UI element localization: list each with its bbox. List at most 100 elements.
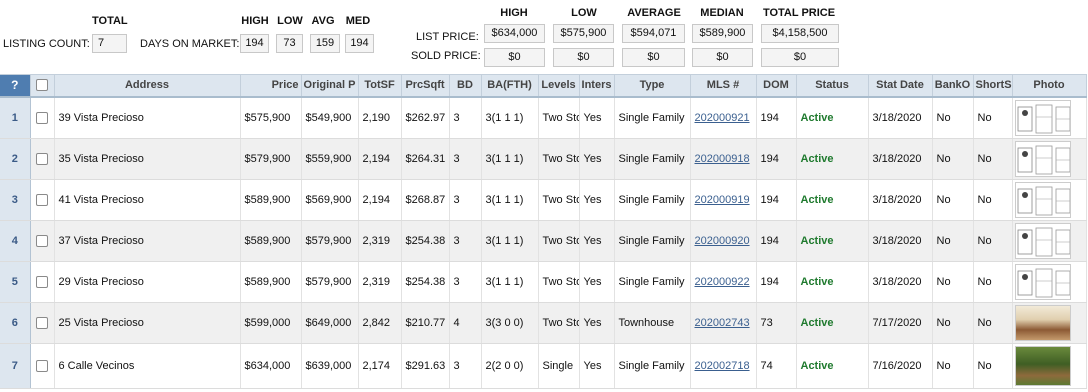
row-select-cell[interactable] xyxy=(30,343,55,389)
table-row[interactable]: 1 39 Vista Precioso $575,900 $549,900 2,190 $… xyxy=(0,96,1087,139)
row-select-cell[interactable] xyxy=(30,220,55,262)
cell-shorts: No xyxy=(973,179,1013,221)
select-all-checkbox[interactable] xyxy=(30,74,55,98)
cell-prcsqft: $254.38 xyxy=(401,220,450,262)
mls-link[interactable]: 202000921 xyxy=(695,112,750,124)
row-select-cell[interactable] xyxy=(30,179,55,221)
col-inters[interactable]: Inters xyxy=(579,74,615,98)
table-row[interactable]: 3 41 Vista Precioso $589,900 $569,900 2,194 $… xyxy=(0,179,1087,221)
cell-totsf: 2,194 xyxy=(358,179,402,221)
floorplan-thumbnail[interactable] xyxy=(1014,263,1071,300)
cell-inters: Yes xyxy=(579,302,615,344)
row-checkbox[interactable] xyxy=(36,275,48,288)
row-select-cell[interactable] xyxy=(30,261,55,303)
cell-ba: 3(3 0 0) xyxy=(481,302,539,344)
cell-photo[interactable] xyxy=(1012,343,1087,389)
floorplan-thumbnail[interactable] xyxy=(1014,99,1071,136)
floorplan-thumbnail[interactable] xyxy=(1014,140,1071,177)
col-bd[interactable]: BD xyxy=(449,74,482,98)
col-dom[interactable]: DOM xyxy=(756,74,797,98)
help-icon[interactable]: ? xyxy=(0,74,31,98)
cell-original-price: $639,000 xyxy=(301,343,359,389)
garden-photo-thumbnail[interactable] xyxy=(1014,345,1071,386)
table-row[interactable]: 7 6 Calle Vecinos $634,000 $639,000 2,174 $29… xyxy=(0,343,1087,389)
col-address[interactable]: Address xyxy=(54,74,241,98)
col-original-price[interactable]: Original P xyxy=(301,74,359,98)
col-totsf[interactable]: TotSF xyxy=(358,74,402,98)
col-stat-date[interactable]: Stat Date xyxy=(868,74,933,98)
price-header-average: AVERAGE xyxy=(627,7,681,19)
row-checkbox[interactable] xyxy=(36,316,48,329)
price-header-high: HIGH xyxy=(500,7,528,19)
cell-levels: Single xyxy=(538,343,580,389)
checkbox-icon[interactable] xyxy=(36,79,48,92)
cell-price: $589,900 xyxy=(240,261,302,303)
mls-link[interactable]: 202000918 xyxy=(695,153,750,165)
mls-link[interactable]: 202000922 xyxy=(695,276,750,288)
row-checkbox[interactable] xyxy=(36,234,48,247)
row-checkbox[interactable] xyxy=(36,111,48,124)
cell-original-price: $559,900 xyxy=(301,138,359,180)
sold-price-label: SOLD PRICE: xyxy=(411,50,481,62)
col-prcsqft[interactable]: PrcSqft xyxy=(401,74,450,98)
mls-link[interactable]: 202002743 xyxy=(695,317,750,329)
col-ba[interactable]: BA(FTH) xyxy=(481,74,539,98)
col-banko[interactable]: BankO xyxy=(932,74,974,98)
cell-bd: 3 xyxy=(449,261,482,303)
cell-mls: 202000918 xyxy=(690,138,757,180)
floorplan-thumbnail[interactable] xyxy=(1014,181,1071,218)
cell-ba: 2(2 0 0) xyxy=(481,343,539,389)
cell-prcsqft: $268.87 xyxy=(401,179,450,221)
cell-photo[interactable] xyxy=(1012,302,1087,344)
days-high-value: 194 xyxy=(240,34,269,53)
cell-inters: Yes xyxy=(579,138,615,180)
list-price-low: $575,900 xyxy=(553,24,614,43)
row-select-cell[interactable] xyxy=(30,96,55,139)
mls-link[interactable]: 202002718 xyxy=(695,360,750,372)
cell-photo[interactable] xyxy=(1012,96,1087,139)
col-shorts[interactable]: ShortS xyxy=(973,74,1013,98)
cell-address: 41 Vista Precioso xyxy=(54,179,241,221)
cell-banko: No xyxy=(932,138,974,180)
col-type[interactable]: Type xyxy=(614,74,691,98)
cell-address: 37 Vista Precioso xyxy=(54,220,241,262)
cell-shorts: No xyxy=(973,138,1013,180)
mls-link[interactable]: 202000920 xyxy=(695,235,750,247)
cell-mls: 202000922 xyxy=(690,261,757,303)
cell-status: Active xyxy=(796,261,869,303)
cell-banko: No xyxy=(932,220,974,262)
cell-levels: Two Sto xyxy=(538,302,580,344)
col-levels[interactable]: Levels xyxy=(538,74,580,98)
col-mls[interactable]: MLS # xyxy=(690,74,757,98)
cell-photo[interactable] xyxy=(1012,261,1087,303)
cell-type: Single Family xyxy=(614,343,691,389)
cell-shorts: No xyxy=(973,343,1013,389)
interior-photo-thumbnail[interactable] xyxy=(1014,304,1071,341)
floorplan-icon xyxy=(1017,145,1070,174)
cell-shorts: No xyxy=(973,96,1013,139)
cell-photo[interactable] xyxy=(1012,220,1087,262)
mls-link[interactable]: 202000919 xyxy=(695,194,750,206)
table-row[interactable]: 6 25 Vista Precioso $599,000 $649,000 2,842 $… xyxy=(0,302,1087,344)
table-row[interactable]: 5 29 Vista Precioso $589,900 $579,900 2,319 $… xyxy=(0,261,1087,303)
row-checkbox[interactable] xyxy=(36,152,48,165)
row-select-cell[interactable] xyxy=(30,302,55,344)
col-price[interactable]: Price xyxy=(240,74,302,98)
row-select-cell[interactable] xyxy=(30,138,55,180)
table-row[interactable]: 2 35 Vista Precioso $579,900 $559,900 2,194 $… xyxy=(0,138,1087,180)
col-status[interactable]: Status xyxy=(796,74,869,98)
sold-price-average: $0 xyxy=(622,48,685,67)
table-row[interactable]: 4 37 Vista Precioso $589,900 $579,900 2,319 $… xyxy=(0,220,1087,262)
cell-address: 35 Vista Precioso xyxy=(54,138,241,180)
cell-photo[interactable] xyxy=(1012,138,1087,180)
cell-stat-date: 3/18/2020 xyxy=(868,179,933,221)
cell-levels: Two Sto xyxy=(538,261,580,303)
days-header-avg: AVG xyxy=(311,15,335,27)
cell-photo[interactable] xyxy=(1012,179,1087,221)
row-checkbox[interactable] xyxy=(36,359,48,372)
floorplan-thumbnail[interactable] xyxy=(1014,222,1071,259)
row-checkbox[interactable] xyxy=(36,193,48,206)
cell-totsf: 2,319 xyxy=(358,261,402,303)
col-photo[interactable]: Photo xyxy=(1012,74,1087,98)
cell-type: Single Family xyxy=(614,96,691,139)
